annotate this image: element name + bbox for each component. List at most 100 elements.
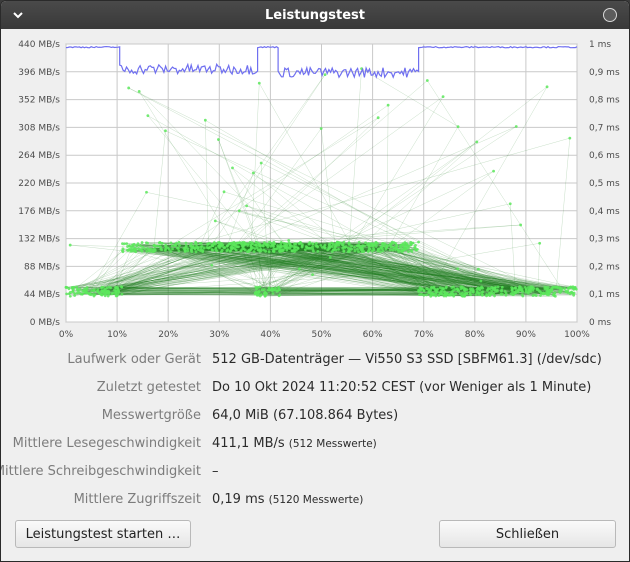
access-time-point	[190, 248, 193, 252]
access-time-point	[342, 240, 346, 244]
access-time-point	[263, 291, 266, 295]
access-time-point	[164, 129, 167, 133]
access-time-point	[409, 248, 413, 252]
access-time-point	[449, 292, 453, 296]
access-time-value: 0,19 ms	[212, 492, 265, 507]
title-bar: Leistungstest	[1, 1, 629, 29]
access-time-point	[75, 291, 79, 295]
access-time-point	[558, 291, 562, 294]
access-time-point	[232, 240, 236, 244]
access-time-point	[425, 293, 428, 297]
x-tick-label: 100%	[564, 330, 590, 339]
access-time-point	[568, 136, 572, 140]
access-time-point	[456, 267, 460, 271]
access-time-point	[307, 242, 311, 246]
access-time-point	[494, 289, 498, 293]
access-time-point	[307, 246, 311, 250]
info-label: Zuletzt getestet	[96, 380, 201, 395]
close-button[interactable]: Schließen	[439, 520, 616, 548]
access-time-point	[246, 243, 250, 247]
access-time-point	[357, 240, 361, 244]
access-time-point	[533, 293, 536, 297]
access-time-point	[254, 240, 258, 244]
access-time-point	[367, 249, 371, 253]
access-time-point	[422, 293, 426, 297]
access-time-point	[88, 292, 92, 295]
access-time-point	[92, 289, 96, 293]
y-right-tick-label: 0,3 ms	[589, 235, 620, 245]
access-time-point	[376, 249, 380, 253]
access-time-point	[376, 116, 380, 120]
access-time-point	[229, 246, 233, 249]
access-time-point	[107, 285, 111, 289]
chevron-down-icon[interactable]	[11, 8, 25, 22]
access-time-point	[339, 241, 343, 245]
access-time-point	[131, 243, 134, 247]
access-time-point	[217, 244, 220, 248]
access-time-point	[443, 290, 446, 294]
access-time-point	[311, 247, 315, 251]
access-time-point	[73, 291, 76, 295]
x-tick-label: 30%	[209, 330, 229, 339]
access-time-point	[311, 242, 314, 246]
access-time-point	[529, 289, 533, 293]
x-tick-label: 50%	[311, 330, 331, 339]
access-time-point	[381, 249, 385, 253]
access-time-point	[514, 125, 518, 128]
access-time-point	[334, 248, 338, 252]
access-time-point	[476, 291, 480, 295]
access-time-point	[441, 95, 445, 99]
access-time-point	[83, 287, 86, 291]
access-time-point	[262, 288, 266, 291]
y-right-tick-label: 0,5 ms	[589, 179, 620, 189]
access-time-point	[121, 250, 125, 254]
access-time-point	[228, 249, 232, 253]
x-tick-label: 0%	[59, 330, 74, 339]
access-time-point	[189, 244, 193, 248]
access-time-point	[282, 242, 286, 245]
access-time-point	[235, 241, 239, 245]
access-time-point	[169, 241, 173, 245]
access-time-point	[252, 250, 256, 254]
y-left-tick-label: 308 MB/s	[18, 123, 60, 133]
access-time-point	[427, 288, 430, 291]
access-time-point	[394, 241, 397, 245]
access-time-point	[152, 248, 155, 251]
access-time-point	[518, 285, 522, 289]
access-time-point	[559, 286, 563, 290]
access-time-point	[539, 294, 542, 297]
access-time-point	[75, 285, 78, 289]
access-time-point	[427, 291, 430, 294]
access-time-point	[160, 241, 164, 245]
access-time-point	[267, 250, 271, 254]
access-time-point	[389, 245, 393, 248]
close-circle-icon[interactable]	[603, 8, 617, 22]
y-right-tick-label: 0,1 ms	[589, 290, 620, 300]
access-time-point	[314, 241, 318, 245]
access-time-point	[133, 249, 137, 253]
access-time-point	[537, 289, 541, 293]
info-label: Mittlere Schreibgeschwindigkeit	[0, 464, 201, 479]
info-value: 512 GB-Datenträger — Vi550 S3 SSD [SBFM6…	[212, 352, 602, 367]
access-time-point	[146, 114, 150, 118]
access-time-point	[292, 248, 296, 251]
access-time-point	[210, 263, 214, 267]
access-time-point	[390, 242, 394, 245]
access-time-point	[159, 245, 163, 249]
access-time-point	[496, 285, 500, 289]
access-time-point	[164, 244, 167, 247]
y-right-tick-label: 0 ms	[589, 318, 611, 328]
access-time-point	[101, 289, 105, 293]
access-time-point	[414, 248, 418, 252]
start-benchmark-button[interactable]: Leistungstest starten …	[15, 520, 191, 548]
y-left-tick-label: 220 MB/s	[18, 179, 60, 189]
access-time-point	[75, 287, 79, 291]
access-time-point	[247, 250, 250, 254]
access-time-point	[103, 292, 107, 296]
access-time-point	[454, 292, 458, 296]
access-time-point	[372, 247, 375, 250]
access-time-point	[451, 293, 455, 297]
access-time-point	[404, 248, 408, 251]
access-time-point	[239, 249, 243, 252]
access-time-point	[85, 290, 88, 294]
